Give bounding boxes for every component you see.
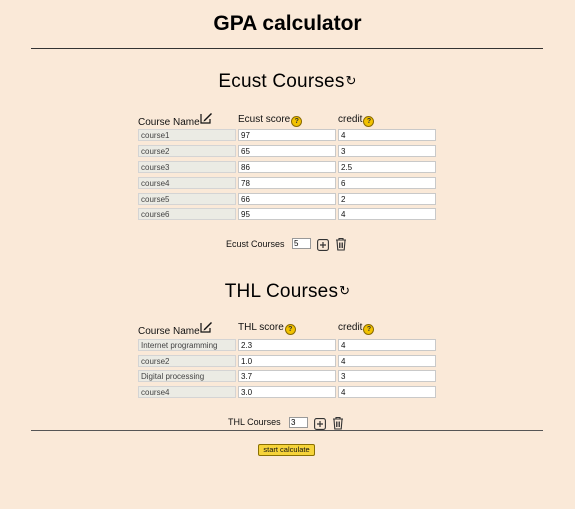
reset-icon[interactable]: ↻: [346, 73, 357, 88]
ecust-score-input[interactable]: [238, 208, 336, 220]
thl-score-input[interactable]: [238, 386, 336, 398]
ecust-credit-input[interactable]: [338, 177, 436, 189]
thl-course-name-input[interactable]: [138, 370, 236, 382]
top-divider: [31, 48, 543, 49]
ecust-header-credit-label: credit: [338, 114, 363, 125]
thl-credit-input[interactable]: [338, 386, 436, 398]
ecust-course-name-input[interactable]: [138, 145, 236, 157]
thl-course-name-input[interactable]: [138, 386, 236, 398]
thl-credit-input[interactable]: [338, 355, 436, 367]
thl-score-input[interactable]: [238, 370, 336, 382]
ecust-course-name-input[interactable]: [138, 161, 236, 173]
add-icon[interactable]: [317, 238, 329, 256]
ecust-score-input[interactable]: [238, 193, 336, 205]
thl-header-credit-label: credit: [338, 322, 363, 333]
ecust-header-course-name-label: Course Name: [138, 117, 200, 128]
start-calculate-button[interactable]: start calculate: [258, 444, 315, 456]
ecust-header-score: Ecust score?: [238, 114, 303, 127]
help-icon[interactable]: ?: [284, 324, 296, 335]
ecust-course-name-input[interactable]: [138, 177, 236, 189]
ecust-header-score-label: Ecust score: [238, 114, 291, 125]
ecust-score-input[interactable]: [238, 129, 336, 141]
thl-course-name-input[interactable]: [138, 355, 236, 367]
trash-icon[interactable]: [332, 416, 344, 435]
reset-icon[interactable]: ↻: [339, 283, 350, 298]
help-icon[interactable]: ?: [363, 116, 375, 127]
thl-header-course-name: Course Name: [138, 321, 213, 337]
trash-icon[interactable]: [335, 237, 347, 256]
thl-credit-input[interactable]: [338, 370, 436, 382]
thl-count-label: THL Courses: [228, 417, 281, 427]
ecust-count-input[interactable]: [292, 238, 311, 249]
ecust-course-name-input[interactable]: [138, 129, 236, 141]
thl-header-score: THL score?: [238, 322, 296, 335]
help-icon[interactable]: ?: [291, 116, 303, 127]
ecust-count-label: Ecust Courses: [226, 239, 285, 249]
edit-icon[interactable]: [200, 112, 213, 127]
thl-credit-input[interactable]: [338, 339, 436, 351]
ecust-credit-input[interactable]: [338, 193, 436, 205]
thl-section-title: THL Courses↻: [0, 281, 575, 303]
thl-section-title-text: THL Courses: [224, 281, 339, 302]
thl-count-input[interactable]: [289, 417, 308, 428]
thl-header-credit: credit?: [338, 322, 375, 335]
ecust-header-course-name: Course Name: [138, 112, 213, 128]
ecust-course-name-input[interactable]: [138, 208, 236, 220]
thl-score-input[interactable]: [238, 339, 336, 351]
ecust-score-input[interactable]: [238, 145, 336, 157]
ecust-credit-input[interactable]: [338, 145, 436, 157]
edit-icon[interactable]: [200, 321, 213, 336]
ecust-credit-input[interactable]: [338, 208, 436, 220]
bottom-divider: [31, 430, 543, 431]
add-icon[interactable]: [314, 417, 326, 435]
thl-header-course-name-label: Course Name: [138, 326, 200, 337]
ecust-credit-input[interactable]: [338, 161, 436, 173]
ecust-score-input[interactable]: [238, 161, 336, 173]
thl-header-score-label: THL score: [238, 322, 284, 333]
ecust-credit-input[interactable]: [338, 129, 436, 141]
ecust-section-title: Ecust Courses↻: [0, 71, 575, 93]
ecust-header-credit: credit?: [338, 114, 375, 127]
ecust-score-input[interactable]: [238, 177, 336, 189]
page-title: GPA calculator: [213, 12, 362, 35]
thl-score-input[interactable]: [238, 355, 336, 367]
ecust-course-name-input[interactable]: [138, 193, 236, 205]
thl-course-name-input[interactable]: [138, 339, 236, 351]
ecust-section-title-text: Ecust Courses: [218, 71, 345, 92]
help-icon[interactable]: ?: [363, 324, 375, 335]
